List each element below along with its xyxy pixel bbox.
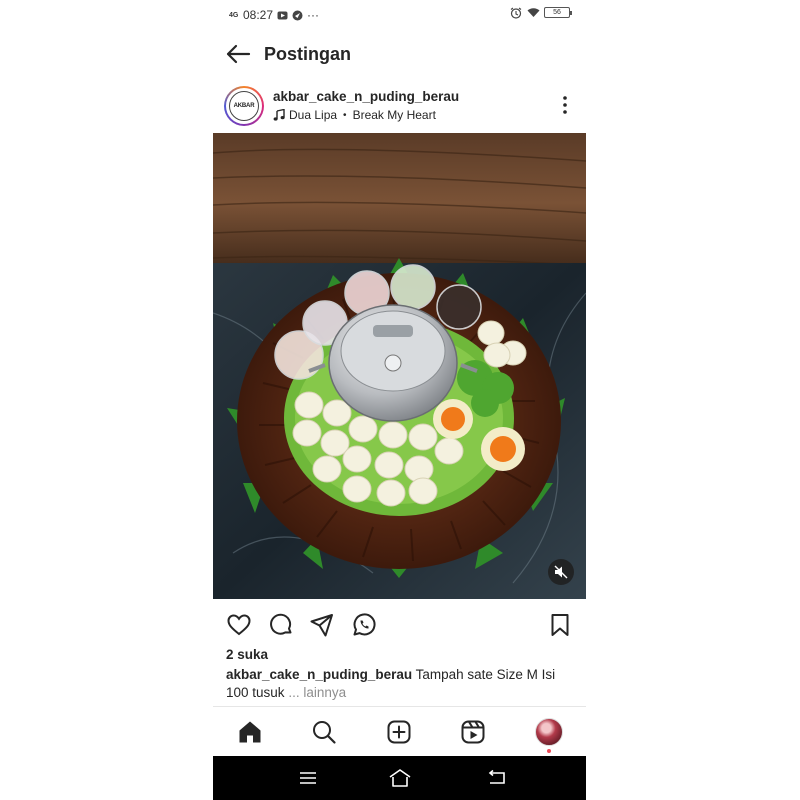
music-track: Break My Heart — [352, 108, 436, 122]
app-notification-icon — [292, 10, 303, 21]
music-info[interactable]: Dua Lipa • Break My Heart — [273, 108, 436, 122]
save-bookmark-icon[interactable] — [547, 612, 573, 638]
post-username[interactable]: akbar_cake_n_puding_berau — [273, 89, 459, 104]
post-actions — [213, 608, 586, 642]
profile-nav-avatar[interactable] — [535, 718, 563, 746]
share-icon[interactable] — [309, 612, 335, 638]
music-note-icon — [273, 108, 285, 121]
caption-more-link[interactable]: ... lainnya — [288, 685, 346, 700]
system-home-icon[interactable] — [388, 768, 411, 788]
post-caption: akbar_cake_n_puding_berau Tampah sate Si… — [226, 666, 576, 702]
status-time: 08:27 — [243, 8, 274, 22]
search-icon[interactable] — [311, 719, 337, 745]
like-count[interactable]: 2 suka — [226, 647, 268, 662]
new-post-icon[interactable] — [386, 719, 412, 745]
notification-dot — [547, 749, 551, 753]
post-header: AKBAR akbar_cake_n_puding_berau Dua Lipa… — [213, 80, 586, 130]
battery-indicator: 56 — [544, 7, 572, 18]
more-options-icon[interactable] — [562, 94, 568, 116]
food-tray-image — [213, 133, 586, 599]
mute-button[interactable] — [548, 559, 574, 585]
home-icon[interactable] — [237, 719, 263, 745]
page-header: Postingan — [213, 34, 586, 74]
music-separator: • — [343, 109, 347, 121]
profile-avatar[interactable]: AKBAR — [224, 86, 264, 126]
speaker-muted-icon — [554, 565, 568, 579]
bottom-navigation — [213, 706, 586, 756]
music-artist: Dua Lipa — [289, 108, 338, 122]
page-title: Postingan — [264, 44, 352, 64]
menu-lines-icon[interactable] — [297, 768, 319, 788]
wifi-icon — [527, 7, 540, 18]
caption-username[interactable]: akbar_cake_n_puding_berau — [226, 667, 412, 682]
whatsapp-icon[interactable] — [351, 612, 377, 638]
phone-screen: 4G 08:27 ··· 56 Postingan AKBAR akbar_ca… — [213, 0, 586, 800]
comment-icon[interactable] — [268, 612, 294, 638]
reels-icon[interactable] — [460, 719, 486, 745]
more-notifications: ··· — [307, 8, 320, 22]
post-photo[interactable] — [213, 133, 586, 599]
youtube-notification-icon — [277, 10, 288, 21]
like-icon[interactable] — [226, 612, 252, 638]
back-arrow-icon[interactable] — [225, 42, 251, 66]
system-back-icon[interactable] — [486, 768, 508, 788]
status-bar: 4G 08:27 ··· 56 — [213, 0, 586, 30]
alarm-icon — [510, 7, 522, 19]
system-navigation-bar — [213, 756, 586, 800]
network-indicator: 4G — [229, 11, 239, 19]
brand-logo: AKBAR — [229, 91, 259, 121]
